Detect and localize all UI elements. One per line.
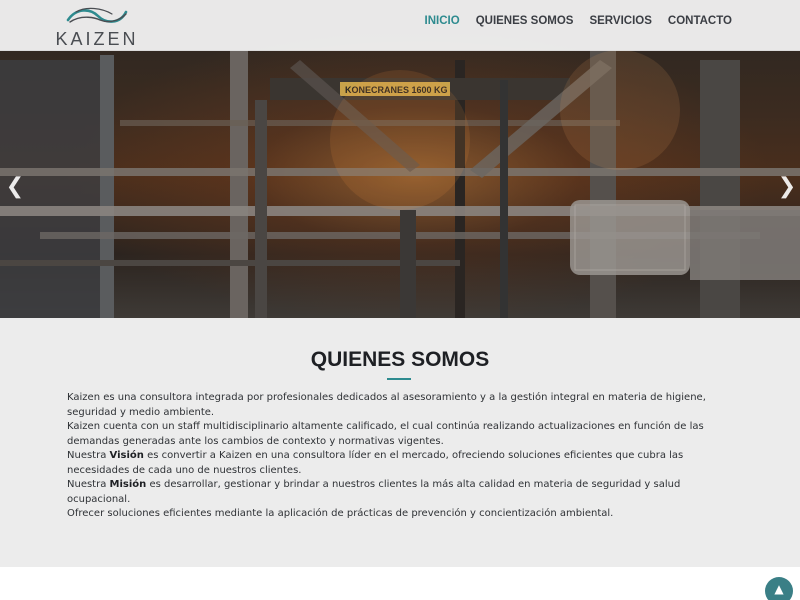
chevron-right-icon: ❯ (777, 174, 797, 199)
nav-item-contacto[interactable]: CONTACTO (660, 15, 740, 27)
nav-item-quienes-somos[interactable]: QUIENES SOMOS (468, 15, 582, 27)
scroll-to-top-button[interactable]: ▲ (765, 577, 793, 600)
nav-item-inicio[interactable]: INICIO (417, 15, 468, 27)
section-title: QUIENES SOMOS (310, 348, 490, 371)
paragraph-intro: Kaizen es una consultora integrada por p… (67, 392, 706, 418)
vision-label: Visión (109, 450, 144, 461)
about-text: Kaizen es una consultora integrada por p… (67, 391, 732, 522)
next-section (0, 567, 800, 600)
logo-text: KAIZEN (55, 29, 139, 49)
paragraph-staff: Kaizen cuenta con un staff multidiscipli… (67, 421, 704, 447)
infinity-logo-icon (66, 7, 128, 23)
kaizen-logo[interactable]: KAIZEN (52, 4, 142, 49)
nav-item-servicios[interactable]: SERVICIOS (581, 15, 659, 27)
mission-label: Misión (109, 479, 147, 490)
chevron-up-icon: ▲ (774, 582, 784, 596)
about-section: QUIENES SOMOS Kaizen es una consultora i… (0, 318, 800, 567)
slider-next-button[interactable]: ❯ (776, 172, 798, 202)
title-underline (387, 378, 411, 380)
paragraph-vision: Nuestra Visión es convertir a Kaizen en … (67, 450, 684, 476)
site-header: KAIZEN INICIO QUIENES SOMOS SERVICIOS CO… (0, 0, 800, 51)
chevron-left-icon: ❮ (5, 174, 25, 199)
paragraph-mission: Nuestra Misión es desarrollar, gestionar… (67, 479, 681, 505)
main-nav: INICIO QUIENES SOMOS SERVICIOS CONTACTO (417, 15, 740, 27)
slider-prev-button[interactable]: ❮ (4, 172, 26, 202)
paragraph-closing: Ofrecer soluciones eficientes mediante l… (67, 508, 614, 519)
